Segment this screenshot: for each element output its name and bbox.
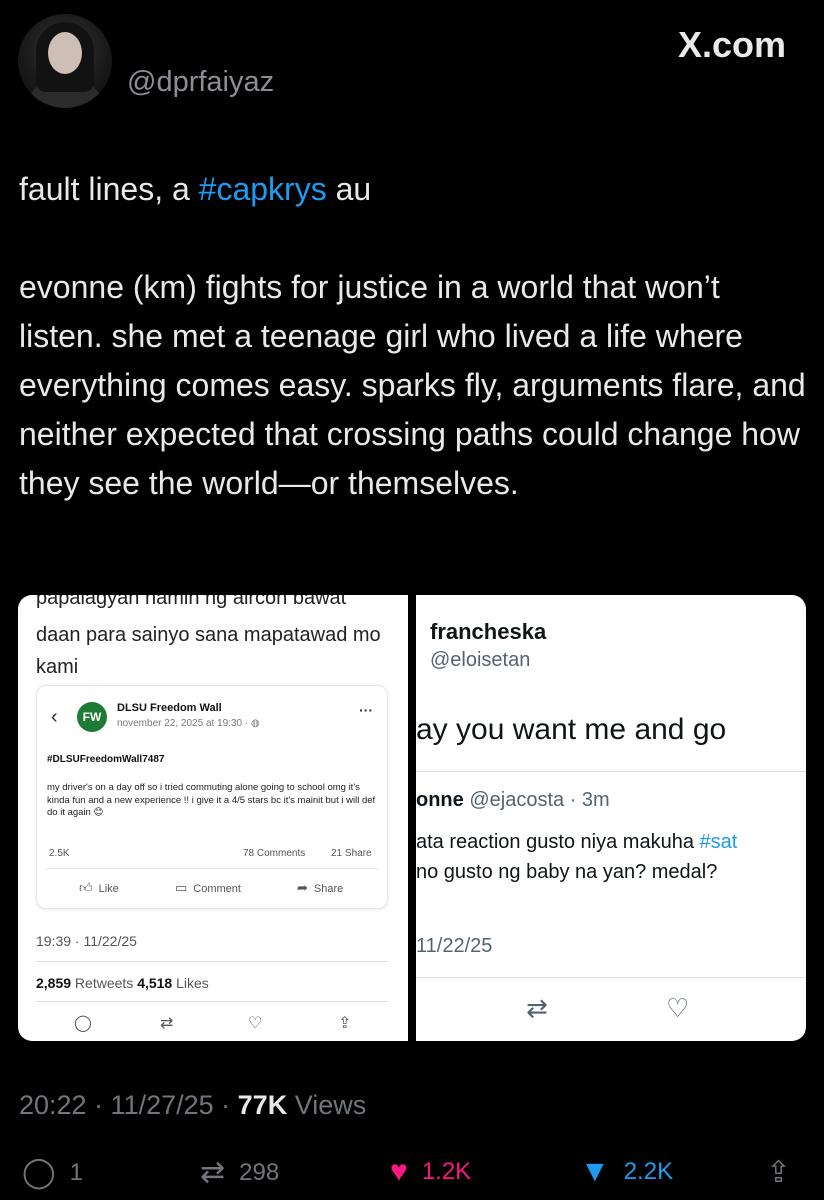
divider: [416, 977, 806, 978]
reply-button[interactable]: ◯ 1: [22, 1155, 83, 1190]
quoted-timestamp: 19:39 · 11/22/25: [36, 933, 137, 949]
quoted-date: 11/22/25: [416, 935, 493, 957]
quoted-reply-text: ata reaction gusto niya makuha #sat no g…: [416, 827, 737, 887]
more-options-icon: ···: [359, 702, 373, 718]
fb-comment-action: ▭ Comment: [175, 880, 241, 896]
quoted-user-name: onne: [416, 789, 464, 811]
share-button[interactable]: ⇪: [766, 1155, 805, 1190]
quoted-reply-line2: no gusto ng baby na yan? medal?: [416, 861, 718, 883]
retweets-label: Retweets: [71, 975, 138, 991]
reply-icon: ◯: [22, 1156, 56, 1189]
quoted-hashtag: #sat: [699, 831, 738, 853]
tweet-media[interactable]: papalagyan namin ng aircon bawat daan pa…: [18, 595, 806, 1041]
quoted-big-text: ay you want me and go: [416, 713, 727, 746]
user-handle[interactable]: @dprfaiyaz: [127, 66, 274, 99]
tweet-text: fault lines, a #capkrys au evonne (km) f…: [19, 165, 809, 508]
like-count: 1.2K: [421, 1158, 472, 1185]
divider: [36, 961, 388, 962]
bookmark-count: 2.2K: [623, 1158, 674, 1185]
fb-page-name: DLSU Freedom Wall: [117, 702, 222, 714]
share-icon: ⇪: [338, 1015, 352, 1032]
bookmark-button[interactable]: ▼ 2.2K: [580, 1155, 673, 1189]
tweet-timestamp[interactable]: 20:22 · 11/27/25 ·: [19, 1090, 238, 1120]
retweet-icon: ⇄: [200, 1156, 226, 1189]
bookmark-filled-icon: ▼: [580, 1155, 610, 1188]
tweet-line1: fault lines, a #capkrys au: [19, 165, 809, 214]
x-com-brand: X.com: [677, 24, 786, 65]
avatar-face-shape: [48, 32, 82, 74]
likes-label: Likes: [172, 975, 209, 991]
quoted-user-handle: @ejacosta · 3m: [463, 789, 610, 811]
fb-share-label: Share: [313, 883, 344, 895]
reply-count: 1: [69, 1158, 83, 1186]
comment-bubble-icon: ▭: [175, 880, 188, 895]
tweet-header: @dprfaiyaz X.com: [0, 0, 824, 130]
reply-icon: ◯: [74, 1015, 92, 1032]
quoted-user-line: onne @ejacosta · 3m: [416, 789, 610, 812]
media-image-left[interactable]: papalagyan namin ng aircon bawat daan pa…: [18, 595, 408, 1041]
globe-icon: ◍: [250, 718, 260, 729]
retweet-count: 298: [239, 1158, 280, 1186]
fb-like-action: 👍︎ Like: [79, 880, 119, 896]
share-arrow-icon: ➦: [297, 880, 308, 895]
quoted-display-name: francheska: [430, 619, 547, 644]
fb-post-date-text: november 22, 2025 at 19:30 ·: [117, 718, 251, 729]
heart-icon: ♡: [666, 993, 690, 1023]
fb-post-tag: #DLSUFreedomWall7487: [47, 754, 165, 765]
thumbs-up-icon: 👍︎: [79, 880, 93, 895]
divider: [416, 771, 806, 772]
views-count: 77K: [237, 1090, 288, 1120]
fb-post-body: my driver's on a day off so i tried comm…: [47, 782, 376, 818]
retweet-icon: ⇄: [526, 993, 548, 1023]
divider: [36, 1001, 388, 1002]
tweet-line1-prefix: fault lines, a: [19, 171, 199, 207]
fb-comment-label: Comment: [193, 883, 241, 895]
retweet-button[interactable]: ⇄ 298: [200, 1155, 279, 1190]
user-avatar[interactable]: [18, 14, 112, 108]
like-button[interactable]: ♥ 1.2K: [390, 1155, 471, 1189]
heart-filled-icon: ♥: [390, 1155, 408, 1188]
fb-share-action: ➦ Share: [297, 880, 343, 896]
tweet-paragraph: evonne (km) fights for justice in a worl…: [19, 269, 806, 501]
tweet-line1-suffix: au: [326, 171, 372, 207]
fb-divider: [45, 868, 379, 869]
retweet-count: 2,859: [36, 975, 72, 991]
like-count: 4,518: [137, 975, 173, 991]
fb-post-date: november 22, 2025 at 19:30 · ◍: [117, 718, 260, 729]
quoted-text: daan para sainyo sana mapatawad mo kami: [36, 624, 381, 678]
hashtag-link[interactable]: #capkrys: [199, 171, 327, 207]
quoted-reply-line1: ata reaction gusto niya makuha #sat: [416, 827, 737, 857]
retweet-icon: ⇄: [160, 1015, 174, 1032]
views-label: Views: [287, 1090, 367, 1120]
quoted-stats: 2,859 Retweets 4,518 Likes: [36, 975, 209, 991]
fb-like-count: 2.5K: [49, 848, 70, 859]
fb-like-label: Like: [98, 883, 119, 895]
media-image-right[interactable]: francheska @eloisetan ay you want me and…: [416, 595, 806, 1041]
quoted-handle: @eloisetan: [430, 649, 531, 671]
heart-icon: ♡: [248, 1015, 263, 1032]
fb-comment-count: 78 Comments: [243, 848, 306, 859]
facebook-post-card: ‹ FW DLSU Freedom Wall november 22, 2025…: [36, 685, 388, 909]
quoted-reply-line1-prefix: ata reaction gusto niya makuha: [416, 831, 700, 853]
cut-off-text: papalagyan namin ng aircon bawat: [36, 595, 347, 609]
share-icon: ⇪: [766, 1156, 792, 1189]
fb-share-count: 21 Share: [331, 848, 372, 859]
freedom-wall-logo: FW: [77, 702, 107, 732]
back-arrow-icon: ‹: [51, 706, 58, 728]
tweet-meta: 20:22 · 11/27/25 · 77K Views: [19, 1090, 366, 1121]
